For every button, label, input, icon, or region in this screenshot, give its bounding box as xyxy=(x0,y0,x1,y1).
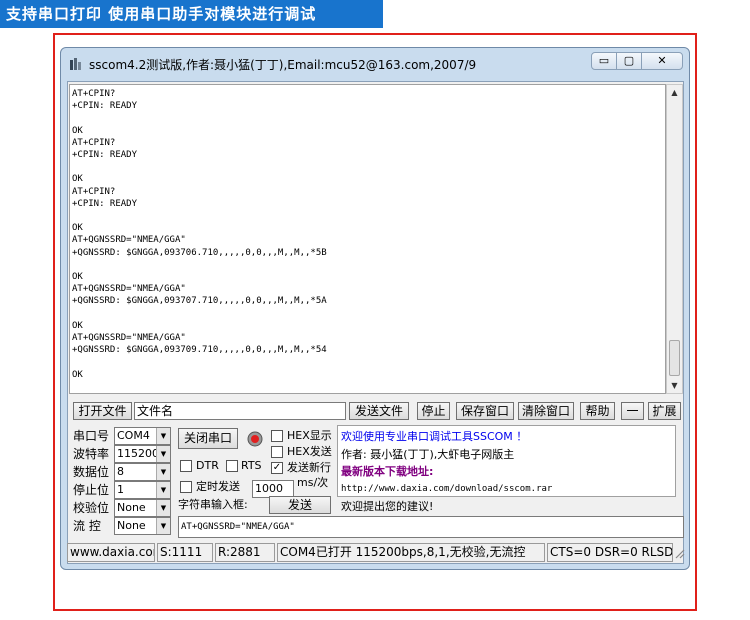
parity-value: None xyxy=(117,501,146,514)
status-sent-count: S:1111 xyxy=(157,543,213,562)
stopbits-select[interactable]: 1 ▼ xyxy=(114,481,171,499)
parity-select[interactable]: None ▼ xyxy=(114,499,171,517)
port-label: 串口号 xyxy=(73,429,110,443)
chevron-down-icon[interactable]: ▼ xyxy=(156,464,170,480)
resize-grip-icon[interactable] xyxy=(673,547,685,559)
hex-display-label: HEX显示 xyxy=(287,429,332,442)
port-status-icon xyxy=(247,431,263,447)
send-button[interactable]: 发送 xyxy=(269,496,331,514)
send-file-button[interactable]: 发送文件 xyxy=(349,402,409,420)
timed-send-checkbox[interactable] xyxy=(180,481,192,493)
hex-send-checkbox[interactable] xyxy=(271,446,283,458)
flow-select[interactable]: None ▼ xyxy=(114,517,171,535)
status-website: www.daxia.cor xyxy=(67,543,155,562)
dtr-label: DTR xyxy=(196,459,219,472)
vertical-scrollbar[interactable]: ▲ ▼ xyxy=(666,84,683,394)
window-title: sscom4.2测试版,作者:聂小猛(丁丁),Email:mcu52@163.c… xyxy=(89,58,477,72)
client-area: AT+CPIN? +CPIN: READY OK AT+CPIN? +CPIN:… xyxy=(67,81,684,564)
hex-send-label: HEX发送 xyxy=(287,445,332,458)
baud-value: 115200 xyxy=(117,447,159,460)
open-file-button[interactable]: 打开文件 xyxy=(73,402,132,420)
sscom-window: sscom4.2测试版,作者:聂小猛(丁丁),Email:mcu52@163.c… xyxy=(60,47,690,570)
status-lines: CTS=0 DSR=0 RLSD xyxy=(547,543,673,562)
status-bar: www.daxia.cor S:1111 R:2881 COM4已打开 1152… xyxy=(61,543,691,565)
status-port: COM4已打开 115200bps,8,1,无校验,无流控 xyxy=(277,543,545,562)
string-input-label: 字符串输入框: xyxy=(178,498,248,511)
scroll-up-icon[interactable]: ▲ xyxy=(667,85,682,100)
send-newline-checkbox[interactable]: ✓ xyxy=(271,462,283,474)
interval-unit: ms/次 xyxy=(297,476,329,489)
flow-label: 流 控 xyxy=(73,519,101,533)
port-select[interactable]: COM4 ▼ xyxy=(114,427,171,445)
banner-title: 支持串口打印 使用串口助手对模块进行调试 xyxy=(0,0,383,28)
databits-label: 数据位 xyxy=(73,465,110,479)
receive-output[interactable]: AT+CPIN? +CPIN: READY OK AT+CPIN? +CPIN:… xyxy=(69,84,666,394)
parity-label: 校验位 xyxy=(73,501,110,515)
filename-field[interactable]: 文件名 xyxy=(134,402,346,420)
stopbits-value: 1 xyxy=(117,483,124,496)
info-author: 作者: 聂小猛(丁丁),大虾电子网版主 xyxy=(341,447,515,461)
rts-label: RTS xyxy=(241,459,262,472)
chevron-down-icon[interactable]: ▼ xyxy=(156,446,170,462)
rts-checkbox[interactable] xyxy=(226,460,238,472)
chevron-down-icon[interactable]: ▼ xyxy=(156,500,170,516)
scroll-thumb[interactable] xyxy=(669,340,680,376)
close-button[interactable]: ✕ xyxy=(641,52,683,70)
title-bar[interactable]: sscom4.2测试版,作者:聂小猛(丁丁),Email:mcu52@163.c… xyxy=(61,48,689,78)
chevron-down-icon[interactable]: ▼ xyxy=(156,518,170,534)
status-received-count: R:2881 xyxy=(215,543,275,562)
minimize-button[interactable]: ▭ xyxy=(591,52,617,70)
dtr-checkbox[interactable] xyxy=(180,460,192,472)
save-window-button[interactable]: 保存窗口 xyxy=(456,402,514,420)
expand-button[interactable]: 扩展 xyxy=(648,402,681,420)
scroll-down-icon[interactable]: ▼ xyxy=(667,378,682,393)
clear-window-button[interactable]: 清除窗口 xyxy=(518,402,574,420)
send-newline-label: 发送新行 xyxy=(287,461,331,474)
databits-select[interactable]: 8 ▼ xyxy=(114,463,171,481)
info-feedback: 欢迎提出您的建议! xyxy=(341,500,434,513)
info-download-label: 最新版本下载地址: xyxy=(341,465,434,478)
baud-select[interactable]: 115200 ▼ xyxy=(114,445,171,463)
info-panel: 欢迎使用专业串口调试工具SSCOM ！ 作者: 聂小猛(丁丁),大虾电子网版主 … xyxy=(337,425,676,513)
port-value: COM4 xyxy=(117,429,150,442)
baud-label: 波特率 xyxy=(73,447,110,461)
help-button[interactable]: 帮助 xyxy=(580,402,615,420)
maximize-button[interactable]: ▢ xyxy=(616,52,642,70)
timed-send-label: 定时发送 xyxy=(196,480,240,493)
close-port-button[interactable]: 关闭串口 xyxy=(178,428,238,449)
stop-button[interactable]: 停止 xyxy=(417,402,450,420)
databits-value: 8 xyxy=(117,465,124,478)
info-download-url[interactable]: http://www.daxia.com/download/sscom.rar xyxy=(341,481,675,499)
hex-display-checkbox[interactable] xyxy=(271,430,283,442)
app-icon xyxy=(70,58,81,70)
chevron-down-icon[interactable]: ▼ xyxy=(156,482,170,498)
dash-button[interactable]: 一 xyxy=(621,402,644,420)
stopbits-label: 停止位 xyxy=(73,483,110,497)
info-welcome: 欢迎使用专业串口调试工具SSCOM ！ xyxy=(341,430,528,443)
send-input[interactable]: AT+QGNSSRD="NMEA/GGA" xyxy=(178,516,684,538)
chevron-down-icon[interactable]: ▼ xyxy=(156,428,170,444)
flow-value: None xyxy=(117,519,146,532)
